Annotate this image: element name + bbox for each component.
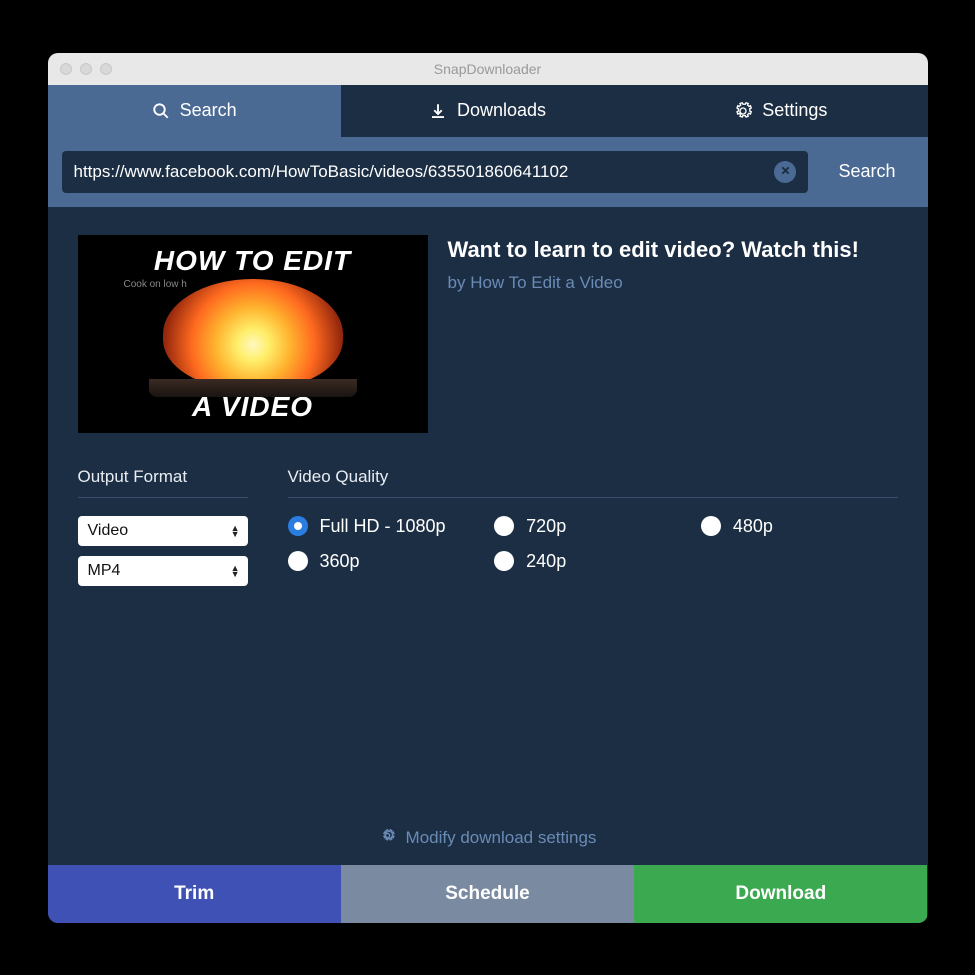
format-column: Output Format Video ▲▼ MP4 ▲▼ bbox=[78, 467, 248, 596]
chevron-updown-icon: ▲▼ bbox=[231, 565, 240, 577]
video-author: by How To Edit a Video bbox=[448, 273, 898, 293]
tab-label: Downloads bbox=[457, 100, 546, 121]
tab-settings[interactable]: Settings bbox=[634, 85, 927, 137]
clear-button[interactable] bbox=[774, 161, 796, 183]
radio-icon bbox=[494, 551, 514, 571]
radio-label: 480p bbox=[733, 516, 773, 537]
modify-label: Modify download settings bbox=[406, 828, 597, 848]
quality-option-240p[interactable]: 240p bbox=[494, 551, 691, 572]
quality-grid: Full HD - 1080p 720p 480p 360p bbox=[288, 516, 898, 572]
traffic-lights bbox=[60, 63, 112, 75]
chevron-updown-icon: ▲▼ bbox=[231, 525, 240, 537]
select-value: Video bbox=[88, 522, 129, 540]
format-container-select[interactable]: MP4 ▲▼ bbox=[78, 556, 248, 586]
quality-option-1080p[interactable]: Full HD - 1080p bbox=[288, 516, 485, 537]
trim-button[interactable]: Trim bbox=[48, 865, 341, 923]
thumb-top-text: HOW TO EDIT bbox=[154, 245, 351, 277]
radio-label: Full HD - 1080p bbox=[320, 516, 446, 537]
content-area: HOW TO EDIT Cook on low h A VIDEO Want t… bbox=[48, 207, 928, 865]
tab-search[interactable]: Search bbox=[48, 85, 341, 137]
video-thumbnail: HOW TO EDIT Cook on low h A VIDEO bbox=[78, 235, 428, 433]
radio-icon bbox=[288, 516, 308, 536]
radio-icon bbox=[288, 551, 308, 571]
maximize-dot[interactable] bbox=[100, 63, 112, 75]
format-type-select[interactable]: Video ▲▼ bbox=[78, 516, 248, 546]
quality-option-480p[interactable]: 480p bbox=[701, 516, 898, 537]
quality-column: Video Quality Full HD - 1080p 720p 480p bbox=[288, 467, 898, 596]
close-dot[interactable] bbox=[60, 63, 72, 75]
radio-label: 360p bbox=[320, 551, 360, 572]
video-meta: Want to learn to edit video? Watch this!… bbox=[448, 235, 898, 293]
download-icon bbox=[429, 102, 447, 120]
gear-icon bbox=[379, 827, 396, 849]
minimize-dot[interactable] bbox=[80, 63, 92, 75]
radio-icon bbox=[701, 516, 721, 536]
download-button[interactable]: Download bbox=[634, 865, 927, 923]
fire-graphic bbox=[163, 279, 343, 389]
thumb-sub-text: Cook on low h bbox=[124, 279, 187, 290]
video-row: HOW TO EDIT Cook on low h A VIDEO Want t… bbox=[78, 235, 898, 433]
tab-downloads[interactable]: Downloads bbox=[341, 85, 634, 137]
url-field-wrap bbox=[62, 151, 809, 193]
close-icon bbox=[780, 163, 791, 181]
quality-label: Video Quality bbox=[288, 467, 898, 498]
action-bar: Trim Schedule Download bbox=[48, 865, 928, 923]
titlebar: SnapDownloader bbox=[48, 53, 928, 85]
radio-label: 240p bbox=[526, 551, 566, 572]
main-tabs: Search Downloads Settings bbox=[48, 85, 928, 137]
quality-option-720p[interactable]: 720p bbox=[494, 516, 691, 537]
by-prefix: by bbox=[448, 273, 466, 292]
format-label: Output Format bbox=[78, 467, 248, 498]
select-value: MP4 bbox=[88, 562, 121, 580]
quality-option-360p[interactable]: 360p bbox=[288, 551, 485, 572]
gear-icon bbox=[734, 102, 752, 120]
radio-icon bbox=[494, 516, 514, 536]
schedule-button[interactable]: Schedule bbox=[341, 865, 634, 923]
window-title: SnapDownloader bbox=[48, 61, 928, 77]
app-window: SnapDownloader Search Downloads Settings… bbox=[48, 53, 928, 923]
radio-label: 720p bbox=[526, 516, 566, 537]
search-icon bbox=[152, 102, 170, 120]
tab-label: Settings bbox=[762, 100, 827, 121]
tab-label: Search bbox=[180, 100, 237, 121]
video-title: Want to learn to edit video? Watch this! bbox=[448, 237, 898, 263]
url-input[interactable] bbox=[74, 162, 765, 182]
modify-settings-link[interactable]: Modify download settings bbox=[78, 809, 898, 865]
author-name: How To Edit a Video bbox=[470, 273, 622, 292]
search-button[interactable]: Search bbox=[820, 151, 913, 193]
options-row: Output Format Video ▲▼ MP4 ▲▼ Video Qual… bbox=[78, 467, 898, 596]
searchbar: Search bbox=[48, 137, 928, 207]
